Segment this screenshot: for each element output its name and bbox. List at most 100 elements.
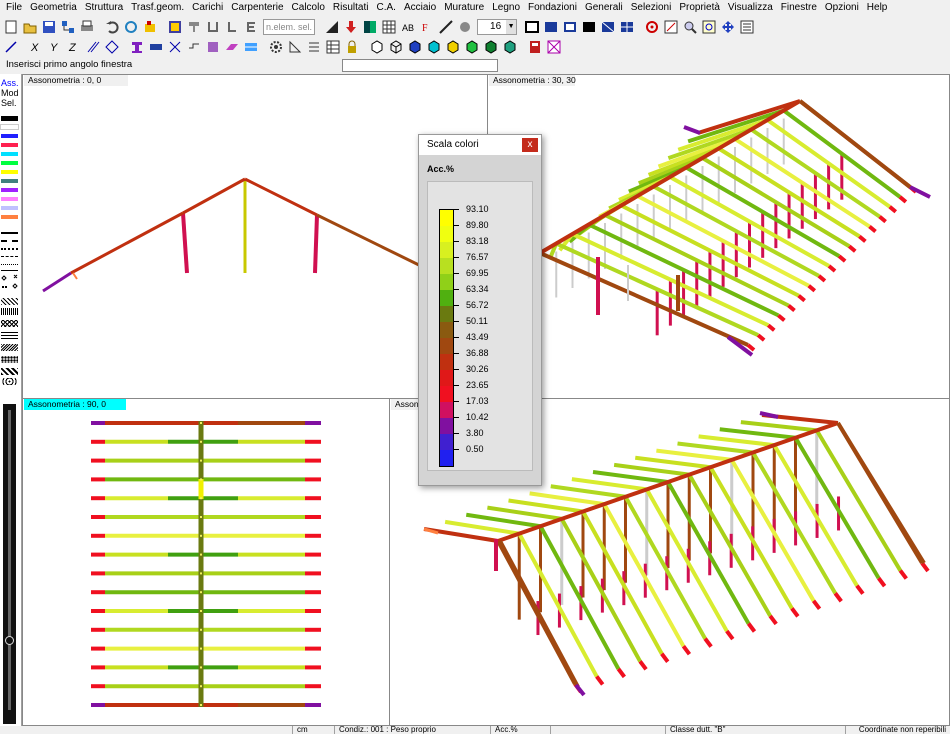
color-swatch[interactable] <box>1 206 18 210</box>
view-all-icon[interactable] <box>599 18 617 36</box>
lock-icon[interactable] <box>343 38 361 56</box>
beam-icon[interactable] <box>147 38 165 56</box>
hatch-diagonal[interactable] <box>1 298 18 305</box>
wall-icon[interactable] <box>204 38 222 56</box>
menu-item-file[interactable]: File <box>2 0 26 16</box>
view-front-icon[interactable] <box>523 18 541 36</box>
color-swatch[interactable] <box>0 124 19 130</box>
book-icon[interactable] <box>526 38 544 56</box>
viewport-top-right[interactable]: Assonometria : 30, 30 <box>487 74 950 399</box>
cube-blue-icon[interactable] <box>406 38 424 56</box>
color-swatch[interactable] <box>1 161 18 165</box>
draw-line-icon[interactable] <box>2 38 20 56</box>
column-icon[interactable] <box>128 38 146 56</box>
u-section-icon[interactable] <box>204 18 222 36</box>
e-section-icon[interactable] <box>242 18 260 36</box>
color-scale-titlebar[interactable]: Scala colori x <box>419 135 541 155</box>
font-icon[interactable]: F <box>418 18 436 36</box>
view-side-icon[interactable] <box>561 18 579 36</box>
font-size-select[interactable]: 16 ▼ <box>477 19 518 35</box>
command-input[interactable] <box>342 59 498 72</box>
hatch-dots[interactable] <box>1 356 18 363</box>
view-iso-icon[interactable] <box>580 18 598 36</box>
l-section-icon[interactable] <box>223 18 241 36</box>
palette-ass-label[interactable]: Ass. <box>1 78 19 88</box>
linestyle-dotted[interactable] <box>1 248 18 250</box>
zoom-window-icon[interactable] <box>700 18 718 36</box>
menu-item-struttura[interactable]: Struttura <box>81 0 127 16</box>
color-swatch[interactable] <box>1 215 18 219</box>
menu-item-carichi[interactable]: Carichi <box>188 0 227 16</box>
brace-icon[interactable] <box>166 38 184 56</box>
linestyle-fine-dashed[interactable] <box>1 256 18 257</box>
arrow-down-icon[interactable] <box>342 18 360 36</box>
cube-green-dark-icon[interactable] <box>482 38 500 56</box>
new-file-icon[interactable] <box>2 18 20 36</box>
menu-item-murature[interactable]: Murature <box>440 0 488 16</box>
menu-item-finestre[interactable]: Finestre <box>777 0 821 16</box>
print-icon[interactable] <box>78 18 96 36</box>
slider-thumb[interactable] <box>5 636 14 645</box>
menu-item-selezioni[interactable]: Selezioni <box>627 0 676 16</box>
close-icon[interactable]: x <box>522 138 538 152</box>
menu-item-visualizza[interactable]: Visualizza <box>724 0 777 16</box>
hatch-vertical[interactable] <box>1 308 18 315</box>
palette-sel-label[interactable]: Sel. <box>1 98 17 108</box>
color-swatch[interactable] <box>1 152 18 156</box>
color-swatch[interactable] <box>1 197 18 201</box>
symbol-markers-icon[interactable] <box>1 274 19 294</box>
open-folder-icon[interactable] <box>21 18 39 36</box>
connector-icon[interactable] <box>185 38 203 56</box>
color-swatch[interactable] <box>1 143 18 147</box>
cube-green-icon[interactable] <box>463 38 481 56</box>
linestyle-solid[interactable] <box>1 232 18 234</box>
palette-mod-label[interactable]: Mod <box>1 88 19 98</box>
hatch-dense[interactable] <box>1 344 18 351</box>
ramp-icon[interactable] <box>323 18 341 36</box>
region-icon[interactable] <box>242 38 260 56</box>
render-icon[interactable] <box>141 18 159 36</box>
menu-item-propriet[interactable]: Proprietà <box>675 0 724 16</box>
color-swatch[interactable] <box>1 188 18 192</box>
menu-item-opzioni[interactable]: Opzioni <box>821 0 863 16</box>
menu-item-help[interactable]: Help <box>863 0 892 16</box>
menu-item-legno[interactable]: Legno <box>488 0 524 16</box>
axis-y-icon[interactable]: Y <box>46 38 64 56</box>
settings-gear-icon[interactable] <box>267 38 285 56</box>
hatch-horizontal[interactable] <box>1 332 18 339</box>
view-top-icon[interactable] <box>542 18 560 36</box>
cube-yellow-icon[interactable] <box>444 38 462 56</box>
menu-item-carpenterie[interactable]: Carpenterie <box>227 0 287 16</box>
hatch-circles[interactable] <box>1 378 18 385</box>
grid-icon[interactable] <box>380 18 398 36</box>
rotate-view-icon[interactable] <box>122 18 140 36</box>
menu-item-generali[interactable]: Generali <box>581 0 627 16</box>
measure-icon[interactable] <box>437 18 455 36</box>
color-swatch[interactable] <box>1 116 18 121</box>
linestyle-thin[interactable] <box>1 270 18 271</box>
diamond-icon[interactable] <box>103 38 121 56</box>
axis-x-icon[interactable]: X <box>27 38 45 56</box>
color-swatch[interactable] <box>1 170 18 174</box>
cube-wire-icon[interactable] <box>387 38 405 56</box>
hatch-bold[interactable] <box>1 368 18 375</box>
elem-sel-field[interactable]: n.elem. sel. <box>263 19 316 35</box>
view-split-icon[interactable] <box>618 18 636 36</box>
network-icon[interactable] <box>59 18 77 36</box>
cube-cyan-icon[interactable] <box>425 38 443 56</box>
hatch-cross[interactable] <box>1 320 18 327</box>
cube-outline-icon[interactable] <box>368 38 386 56</box>
menu-item-geometria[interactable]: Geometria <box>26 0 81 16</box>
parallel-icon[interactable] <box>84 38 102 56</box>
viewport-bottom-left[interactable]: Assonometria : 90, 0 <box>22 398 390 726</box>
cube-teal-icon[interactable] <box>501 38 519 56</box>
section-icon[interactable] <box>185 18 203 36</box>
options-icon[interactable] <box>738 18 756 36</box>
menu-item-fondazioni[interactable]: Fondazioni <box>524 0 581 16</box>
linestyle-dashed[interactable] <box>1 240 18 242</box>
menu-item-c-a[interactable]: C.A. <box>372 0 399 16</box>
list-icon[interactable] <box>305 38 323 56</box>
zoom-in-icon[interactable] <box>681 18 699 36</box>
plate-icon[interactable] <box>223 38 241 56</box>
menu-item-calcolo[interactable]: Calcolo <box>288 0 329 16</box>
